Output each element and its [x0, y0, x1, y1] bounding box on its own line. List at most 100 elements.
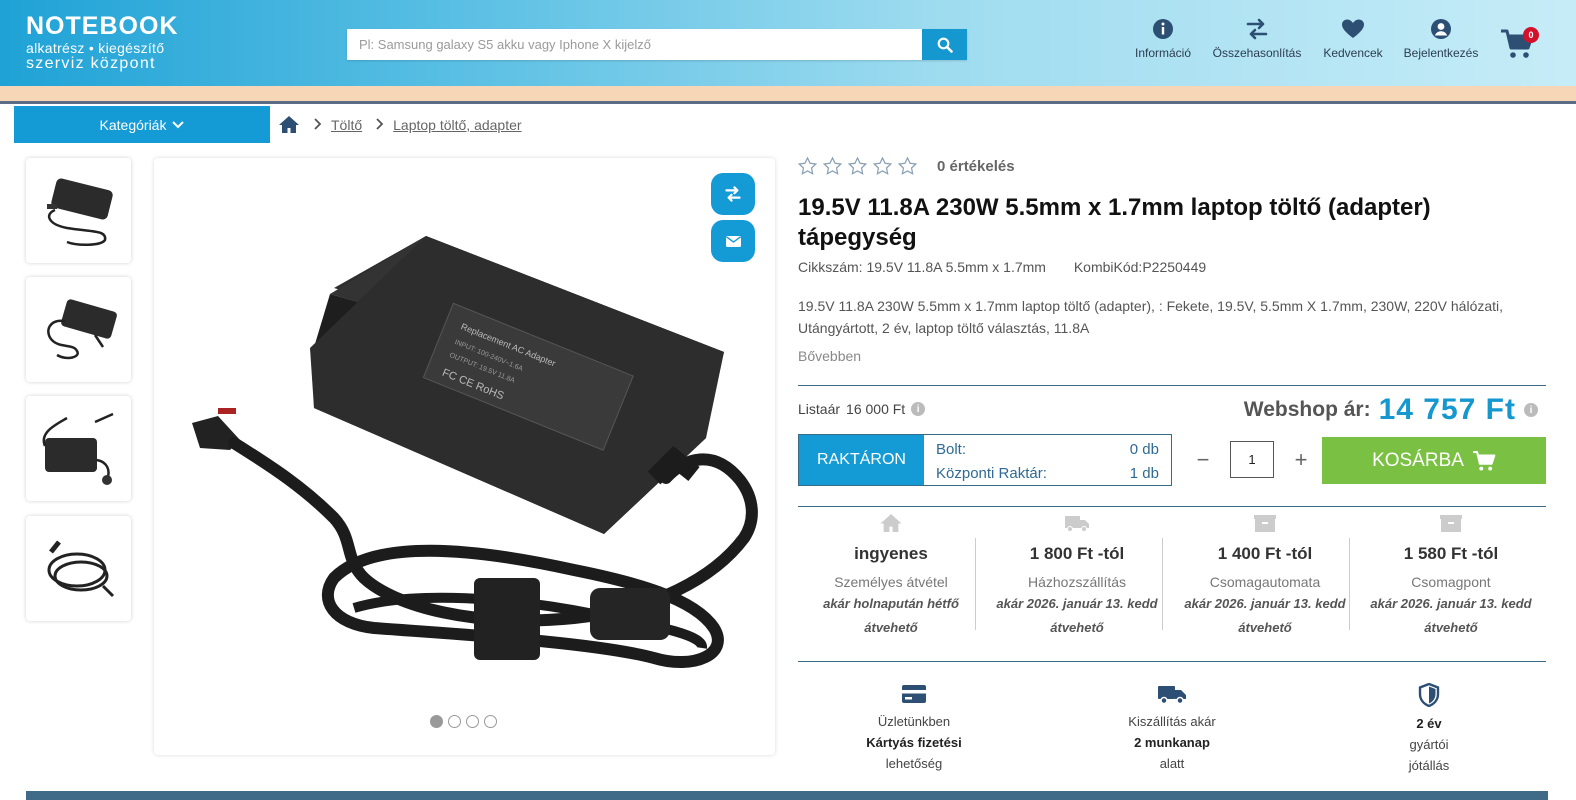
webshop-price-label: Webshop ár: [1243, 398, 1371, 421]
feature-line-3: alatt [1159, 756, 1185, 771]
thumbnail-image [46, 298, 117, 359]
quantity-input[interactable]: 1 [1230, 441, 1274, 478]
shipping-option-home: 1 800 Ft -tól Házhozszállítás akár 2026.… [984, 513, 1170, 640]
feature-line-1: 2 év [1329, 713, 1529, 734]
info-icon[interactable]: i [1524, 403, 1538, 417]
list-price: Listaár 16 000 Ft i [798, 401, 926, 417]
search-button[interactable] [922, 29, 967, 60]
cart-count-badge: 0 [1523, 27, 1539, 43]
add-to-cart-button[interactable]: KOSÁRBA [1322, 437, 1546, 484]
shipping-date: akár holnapután hétfő [823, 596, 959, 611]
feature-line-2: gyártói [1409, 737, 1449, 752]
compare-button[interactable] [711, 173, 755, 215]
cart-button[interactable]: 0 [1500, 27, 1539, 65]
feature-line-3: lehetőség [885, 756, 943, 771]
shipping-price: 1 800 Ft -tól [1029, 544, 1125, 563]
delivery-truck-icon [1158, 686, 1186, 705]
rating[interactable]: 0 értékelés [798, 157, 1015, 175]
product-photo: Replacement AC AdapterINPUT: 100-240V~1.… [192, 236, 758, 668]
nav-favorites[interactable]: Kedvencek [1321, 18, 1385, 68]
nav-login[interactable]: Bejelentkezés [1401, 18, 1481, 68]
feature-line-3: jótállás [1408, 758, 1450, 773]
feature-highlight: 2 munkanap [1134, 735, 1210, 750]
shipping-option-pickup: ingyenes Személyes átvétel akár holnaput… [798, 513, 984, 640]
user-icon [1431, 19, 1451, 39]
divider [975, 538, 976, 630]
star-icon [798, 157, 817, 175]
shipping-option-parcel-point: 1 580 Ft -tól Csomagpont akár 2026. janu… [1358, 513, 1544, 640]
logo-line-1: NOTEBOOK [26, 12, 179, 40]
more-link[interactable]: Bővebben [798, 348, 861, 364]
feature-highlight: 2 év [1416, 716, 1442, 731]
search-bar [347, 29, 967, 60]
product-kombi-code: KombiKód:P2250449 [1073, 259, 1207, 275]
shipping-method: Személyes átvétel [834, 574, 948, 590]
categories-label: Kategóriák [99, 116, 167, 133]
divider [1162, 538, 1163, 630]
star-icon [873, 157, 892, 175]
feature-delivery: Kiszállítás akár 2 munkanap alatt [1072, 683, 1272, 774]
divider [798, 506, 1546, 507]
thumbnail-image [42, 412, 114, 485]
shipping-date: akár 2026. január 13. kedd [996, 596, 1158, 611]
home-icon [880, 514, 902, 532]
feature-line-1: Kiszállítás akár [1128, 714, 1216, 729]
nav-compare-label: Összehasonlítás [1212, 46, 1302, 60]
divider [798, 385, 1546, 386]
site-logo[interactable]: NOTEBOOK alkatrész • kiegészítő szerviz … [26, 14, 178, 72]
shipping-price: 1 400 Ft -tól [1217, 544, 1313, 563]
shipping-method: Csomagpont [1411, 574, 1491, 590]
home-icon[interactable] [278, 115, 300, 134]
gallery-dot[interactable] [484, 715, 497, 728]
plus-button[interactable]: + [1290, 447, 1312, 473]
product-thumbnail-2[interactable] [26, 277, 131, 382]
stock-row-shop: Bolt: 0 db [936, 438, 1159, 462]
nav-compare[interactable]: Összehasonlítás [1210, 18, 1304, 68]
star-icon [898, 157, 917, 175]
thumbnail-image [47, 539, 114, 597]
nav-info[interactable]: Információ [1133, 18, 1193, 68]
thumbnail-image [46, 177, 113, 246]
logo-line-2: alkatrész • kiegészítő [26, 40, 165, 56]
nav-info-label: Információ [1134, 46, 1192, 60]
categories-button[interactable]: Kategóriák [14, 106, 270, 143]
product-title: 19.5V 11.8A 230W 5.5mm x 1.7mm laptop tö… [798, 194, 1431, 251]
info-icon[interactable]: i [911, 402, 926, 416]
breadcrumb-link-charger[interactable]: Töltő [331, 117, 362, 133]
search-icon [937, 37, 953, 53]
star-icon [823, 157, 842, 175]
shipping-date-note: átvehető [864, 620, 918, 635]
list-price-label: Listaár [798, 401, 841, 417]
gallery-dot[interactable] [448, 715, 461, 728]
list-price-value: 16 000 Ft [846, 401, 906, 417]
shipping-method: Csomagautomata [1209, 574, 1321, 590]
footer-bar [26, 791, 1548, 800]
cart-icon [1472, 450, 1496, 470]
webshop-price: Webshop ár: 14 757 Ft i [1244, 393, 1538, 427]
stock-value: 0 db [1129, 441, 1159, 458]
nav-favorites-label: Kedvencek [1323, 46, 1383, 60]
shipping-date: akár 2026. január 13. kedd [1370, 596, 1532, 611]
divider [798, 661, 1546, 662]
minus-button[interactable]: − [1192, 447, 1214, 473]
feature-highlight: Kártyás fizetési [866, 735, 962, 750]
box-icon [1440, 515, 1462, 532]
breadcrumb-separator [376, 117, 384, 133]
feature-line-2: Kártyás fizetési [814, 732, 1014, 753]
product-thumbnail-4[interactable] [26, 516, 131, 621]
webshop-price-value: 14 757 Ft [1378, 393, 1516, 426]
breadcrumb-link-laptop-charger[interactable]: Laptop töltő, adapter [393, 117, 521, 133]
product-thumbnail-3[interactable] [26, 396, 131, 501]
gallery-dot[interactable] [430, 715, 443, 728]
compare-icon [725, 186, 741, 202]
star-icon [848, 157, 867, 175]
gallery-dot[interactable] [466, 715, 479, 728]
email-button[interactable] [711, 220, 755, 262]
box-icon [1254, 515, 1276, 532]
search-input[interactable] [347, 29, 922, 60]
truck-icon [1065, 516, 1089, 532]
product-main-image[interactable]: Replacement AC Adapter INPUT: 100-240V~1.… [154, 158, 775, 755]
shipping-date-note: átvehető [1424, 620, 1478, 635]
product-thumbnail-1[interactable] [26, 158, 131, 263]
shipping-date: akár 2026. január 13. kedd [1184, 596, 1346, 611]
